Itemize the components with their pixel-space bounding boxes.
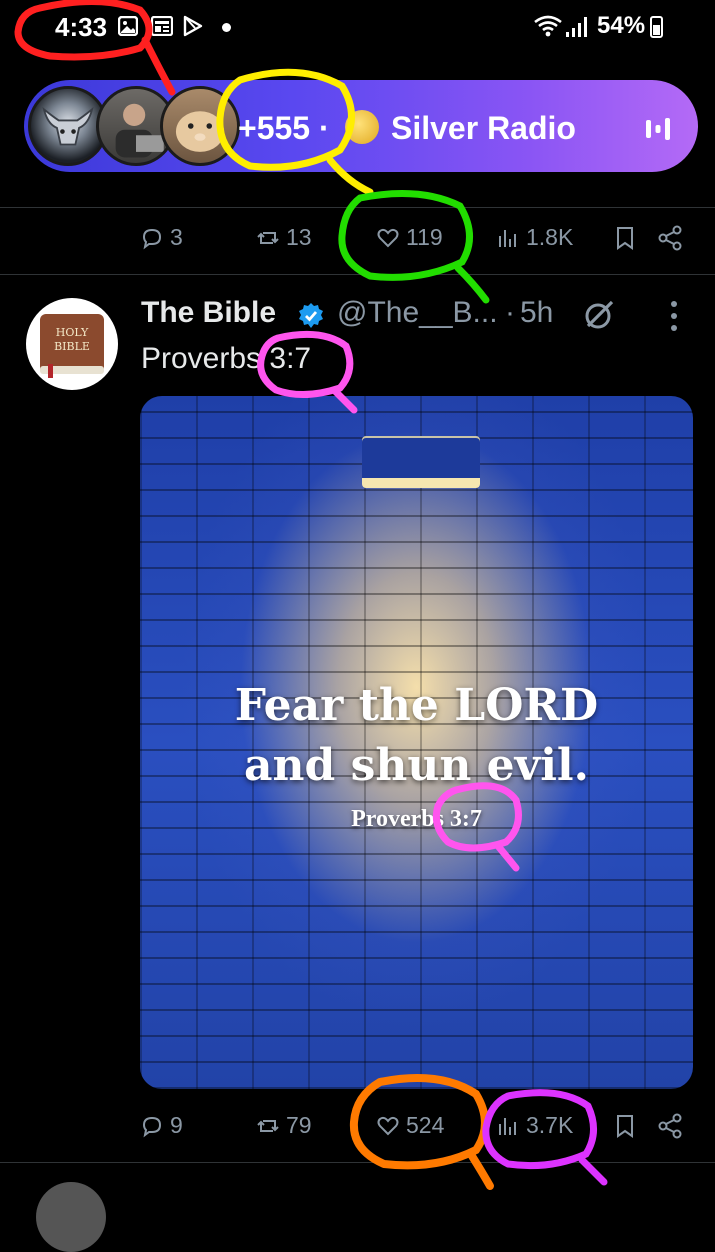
signal-icon — [566, 17, 587, 37]
reply-icon — [142, 1116, 162, 1137]
reply-button[interactable]: 9 — [140, 1112, 183, 1139]
next-tweet-avatar[interactable] — [36, 1182, 106, 1252]
author-avatar[interactable]: HOLY BIBLE — [26, 298, 118, 390]
status-time: 4:33 — [55, 12, 108, 42]
divider — [0, 1162, 715, 1163]
status-bar: 4:33 54% — [0, 0, 715, 60]
repost-icon — [257, 1119, 279, 1132]
tweet-media-image[interactable]: Fear the LORD and shun evil. Proverbs 3:… — [140, 396, 693, 1089]
gallery-icon — [118, 16, 138, 36]
media-quote-line-1: Fear the LORD — [234, 680, 599, 731]
views-icon — [499, 1117, 516, 1135]
play-store-icon — [183, 15, 203, 37]
media-quote-line-2: and shun evil. — [244, 740, 589, 791]
views-icon — [499, 229, 516, 247]
author-handle[interactable]: @The__B... — [337, 296, 498, 330]
battery-percent: 54% — [597, 12, 646, 39]
views-count: 3.7K — [526, 1112, 574, 1138]
divider — [0, 274, 715, 275]
repost-count: 79 — [286, 1112, 312, 1138]
space-name: Silver Radio — [391, 110, 576, 146]
author-name[interactable]: The Bible — [141, 296, 276, 330]
verified-badge-icon — [299, 303, 323, 328]
grok-icon[interactable] — [582, 298, 616, 332]
reply-button[interactable]: 3 — [140, 224, 183, 251]
dot-icon — [222, 23, 231, 32]
reply-icon — [142, 228, 162, 249]
avatar-label-bible: BIBLE — [54, 340, 90, 353]
equalizer-icon[interactable] — [645, 114, 671, 142]
bookmark-icon[interactable] — [614, 226, 636, 250]
repost-button[interactable]: 79 — [256, 1112, 312, 1139]
tweet-time[interactable]: 5h — [520, 296, 553, 330]
reply-count: 9 — [170, 1112, 183, 1138]
views-button[interactable]: 3.7K — [496, 1112, 573, 1139]
reply-count: 3 — [170, 224, 183, 250]
prev-tweet-action-bar: 3 13 119 1.8K — [0, 208, 715, 268]
share-icon[interactable] — [657, 225, 683, 251]
more-options-icon[interactable] — [668, 300, 680, 332]
media-quote-reference: Proverbs 3:7 — [351, 806, 482, 832]
bookmark-icon[interactable] — [614, 1114, 636, 1138]
space-speaker-avatar-hamster — [160, 86, 240, 166]
coin-icon — [345, 110, 379, 144]
repost-button[interactable]: 13 — [256, 224, 312, 251]
like-button[interactable]: 119 — [376, 224, 443, 251]
views-count: 1.8K — [526, 224, 574, 250]
heart-icon — [377, 228, 399, 247]
lamp-light — [362, 478, 480, 488]
avatar-label-holy: HOLY — [56, 326, 89, 339]
repost-icon — [257, 231, 279, 244]
separator-dot: · — [505, 296, 515, 329]
tweet-text: Proverbs 3:7 — [141, 342, 312, 375]
tweet-action-bar: 9 79 524 3.7K — [0, 1096, 715, 1156]
views-button[interactable]: 1.8K — [496, 224, 573, 251]
share-icon[interactable] — [657, 1113, 683, 1139]
wall-lamp — [362, 436, 480, 480]
repost-count: 13 — [286, 224, 312, 250]
wifi-icon — [534, 15, 562, 37]
like-count: 524 — [406, 1112, 445, 1138]
battery-icon — [650, 16, 663, 38]
like-button[interactable]: 524 — [376, 1112, 444, 1139]
news-icon — [151, 16, 173, 36]
space-listener-count: +555 · — [238, 110, 330, 146]
heart-icon — [377, 1116, 399, 1135]
like-count: 119 — [406, 224, 443, 250]
